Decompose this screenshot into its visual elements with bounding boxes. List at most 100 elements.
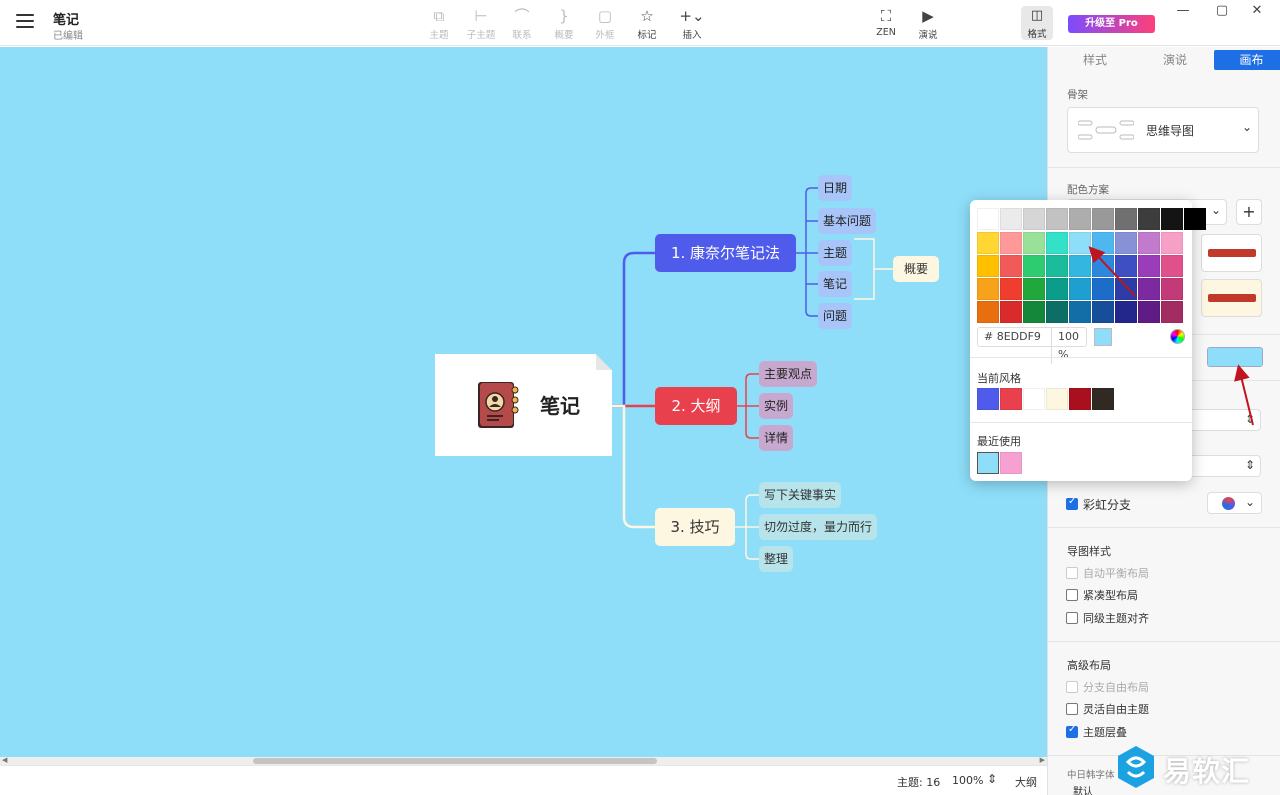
maximize-icon[interactable]: ▢ <box>1207 2 1237 20</box>
palette-swatch[interactable] <box>1092 301 1114 323</box>
palette-swatch[interactable] <box>1000 232 1022 254</box>
main-topic-1[interactable]: 1. 康奈尔笔记法 <box>655 234 796 272</box>
flexible-floating-checkbox[interactable] <box>1066 703 1078 715</box>
palette-swatch[interactable] <box>1069 255 1091 277</box>
zoom-level[interactable]: 100% <box>952 774 983 787</box>
palette-swatch[interactable] <box>1138 232 1160 254</box>
marker-button[interactable]: ☆ 标记 <box>627 6 667 42</box>
compact-layout-checkbox[interactable] <box>1066 589 1078 601</box>
palette-swatch[interactable] <box>1069 278 1091 300</box>
palette-swatch[interactable] <box>1046 301 1068 323</box>
topic-overlap-checkbox[interactable] <box>1066 724 1078 738</box>
tab-pitch[interactable]: 演说 <box>1140 50 1210 70</box>
minimize-icon[interactable]: — <box>1168 2 1198 20</box>
palette-swatch[interactable] <box>1000 255 1022 277</box>
outline-view-button[interactable]: 大纲 <box>1015 774 1037 790</box>
palette-swatch[interactable] <box>1161 255 1183 277</box>
document-title[interactable]: 笔记 <box>53 9 79 28</box>
close-icon[interactable]: ✕ <box>1242 2 1272 20</box>
scroll-right-icon[interactable]: ▶ <box>1040 756 1045 764</box>
palette-swatch[interactable] <box>1023 208 1045 230</box>
hex-input[interactable]: # 8EDDF9 100 % <box>977 327 1087 364</box>
palette-swatch[interactable] <box>1161 208 1183 230</box>
palette-swatch[interactable] <box>1046 208 1068 230</box>
summary-topic[interactable]: 概要 <box>893 256 939 282</box>
palette-swatch[interactable] <box>1184 208 1206 230</box>
subtopic[interactable]: 基本问题 <box>818 208 877 234</box>
background-color-swatch[interactable] <box>1207 347 1263 367</box>
zoom-stepper-icon[interactable]: ⇕ <box>987 772 997 786</box>
palette-swatch[interactable] <box>1092 208 1114 230</box>
style-color-swatch[interactable] <box>1000 388 1022 410</box>
subtopic[interactable]: 问题 <box>818 303 853 329</box>
palette-swatch[interactable] <box>1069 301 1091 323</box>
subtopic[interactable]: 详情 <box>759 425 794 451</box>
palette-swatch[interactable] <box>1138 208 1160 230</box>
menu-icon[interactable] <box>16 14 34 28</box>
palette-swatch[interactable] <box>1138 278 1160 300</box>
central-topic[interactable]: 笔记 <box>435 354 612 456</box>
palette-swatch[interactable] <box>1092 255 1114 277</box>
subtopic[interactable]: 主题 <box>818 240 853 266</box>
palette-swatch[interactable] <box>1115 232 1137 254</box>
palette-swatch[interactable] <box>977 278 999 300</box>
rainbow-style-select[interactable]: ⌄ <box>1207 492 1262 514</box>
subtopic[interactable]: 切勿过度，量力而行 <box>759 514 878 540</box>
subtopic[interactable]: 整理 <box>759 546 794 572</box>
subtopic[interactable]: 写下关键事实 <box>759 482 842 508</box>
mindmap-canvas[interactable]: 笔记 1. 康奈尔笔记法 2. 大纲 3. 技巧 日期 基本问题 主题 笔记 问… <box>0 47 1047 757</box>
zen-button[interactable]: ⛶ ZEN <box>866 6 906 42</box>
subtopic[interactable]: 主要观点 <box>759 361 818 387</box>
subtopic-button[interactable]: ⊢ 子主题 <box>461 6 501 42</box>
palette-swatch[interactable] <box>1138 301 1160 323</box>
palette-swatch[interactable] <box>1161 301 1183 323</box>
palette-swatch[interactable] <box>1000 278 1022 300</box>
style-color-swatch[interactable] <box>1092 388 1114 410</box>
palette-swatch[interactable] <box>1161 232 1183 254</box>
palette-swatch[interactable] <box>1023 301 1045 323</box>
palette-swatch[interactable] <box>977 301 999 323</box>
boundary-button[interactable]: ▢ 外框 <box>585 6 625 42</box>
insert-button[interactable]: +⌄ 插入 <box>672 6 712 42</box>
palette-swatch[interactable] <box>1023 232 1045 254</box>
tab-canvas[interactable]: 画布 <box>1214 50 1280 70</box>
palette-swatch[interactable] <box>1092 278 1114 300</box>
subtopic[interactable]: 实例 <box>759 393 794 419</box>
palette-swatch[interactable] <box>1115 301 1137 323</box>
main-topic-2[interactable]: 2. 大纲 <box>655 387 737 425</box>
palette-swatch[interactable] <box>1046 232 1068 254</box>
style-color-swatch[interactable] <box>1023 388 1045 410</box>
summary-button[interactable]: } 概要 <box>544 6 584 42</box>
palette-swatch[interactable] <box>1161 278 1183 300</box>
palette-swatch[interactable] <box>977 208 999 230</box>
tab-style[interactable]: 样式 <box>1060 50 1130 70</box>
subtopic[interactable]: 日期 <box>818 175 853 201</box>
horizontal-scrollbar[interactable]: ◀ ▶ <box>0 756 1047 765</box>
palette-swatch[interactable] <box>1138 255 1160 277</box>
color-wheel-icon[interactable] <box>1170 329 1185 344</box>
recent-color-swatch[interactable] <box>977 452 999 474</box>
subtopic[interactable]: 笔记 <box>818 271 853 297</box>
palette-swatch[interactable] <box>1000 301 1022 323</box>
format-panel-button[interactable]: ◫ 格式 <box>1021 6 1053 40</box>
recent-color-swatch[interactable] <box>1000 452 1022 474</box>
scroll-left-icon[interactable]: ◀ <box>2 756 7 764</box>
palette-swatch[interactable] <box>1092 232 1114 254</box>
palette-swatch[interactable] <box>1023 278 1045 300</box>
palette-swatch[interactable] <box>977 232 999 254</box>
palette-swatch[interactable] <box>1046 278 1068 300</box>
scrollbar-thumb[interactable] <box>253 758 657 764</box>
scheme-thumbnail-2[interactable] <box>1201 279 1262 317</box>
palette-swatch[interactable] <box>1115 208 1137 230</box>
palette-swatch[interactable] <box>1000 208 1022 230</box>
align-siblings-checkbox[interactable] <box>1066 612 1078 624</box>
style-color-swatch[interactable] <box>977 388 999 410</box>
palette-swatch[interactable] <box>1115 255 1137 277</box>
pitch-button[interactable]: ▶ 演说 <box>908 6 948 42</box>
palette-swatch[interactable] <box>1069 208 1091 230</box>
main-topic-3[interactable]: 3. 技巧 <box>655 508 735 546</box>
style-color-swatch[interactable] <box>1069 388 1091 410</box>
cjk-font-value[interactable]: 默认 <box>1073 783 1093 795</box>
style-color-swatch[interactable] <box>1046 388 1068 410</box>
add-scheme-button[interactable]: + <box>1236 199 1262 225</box>
